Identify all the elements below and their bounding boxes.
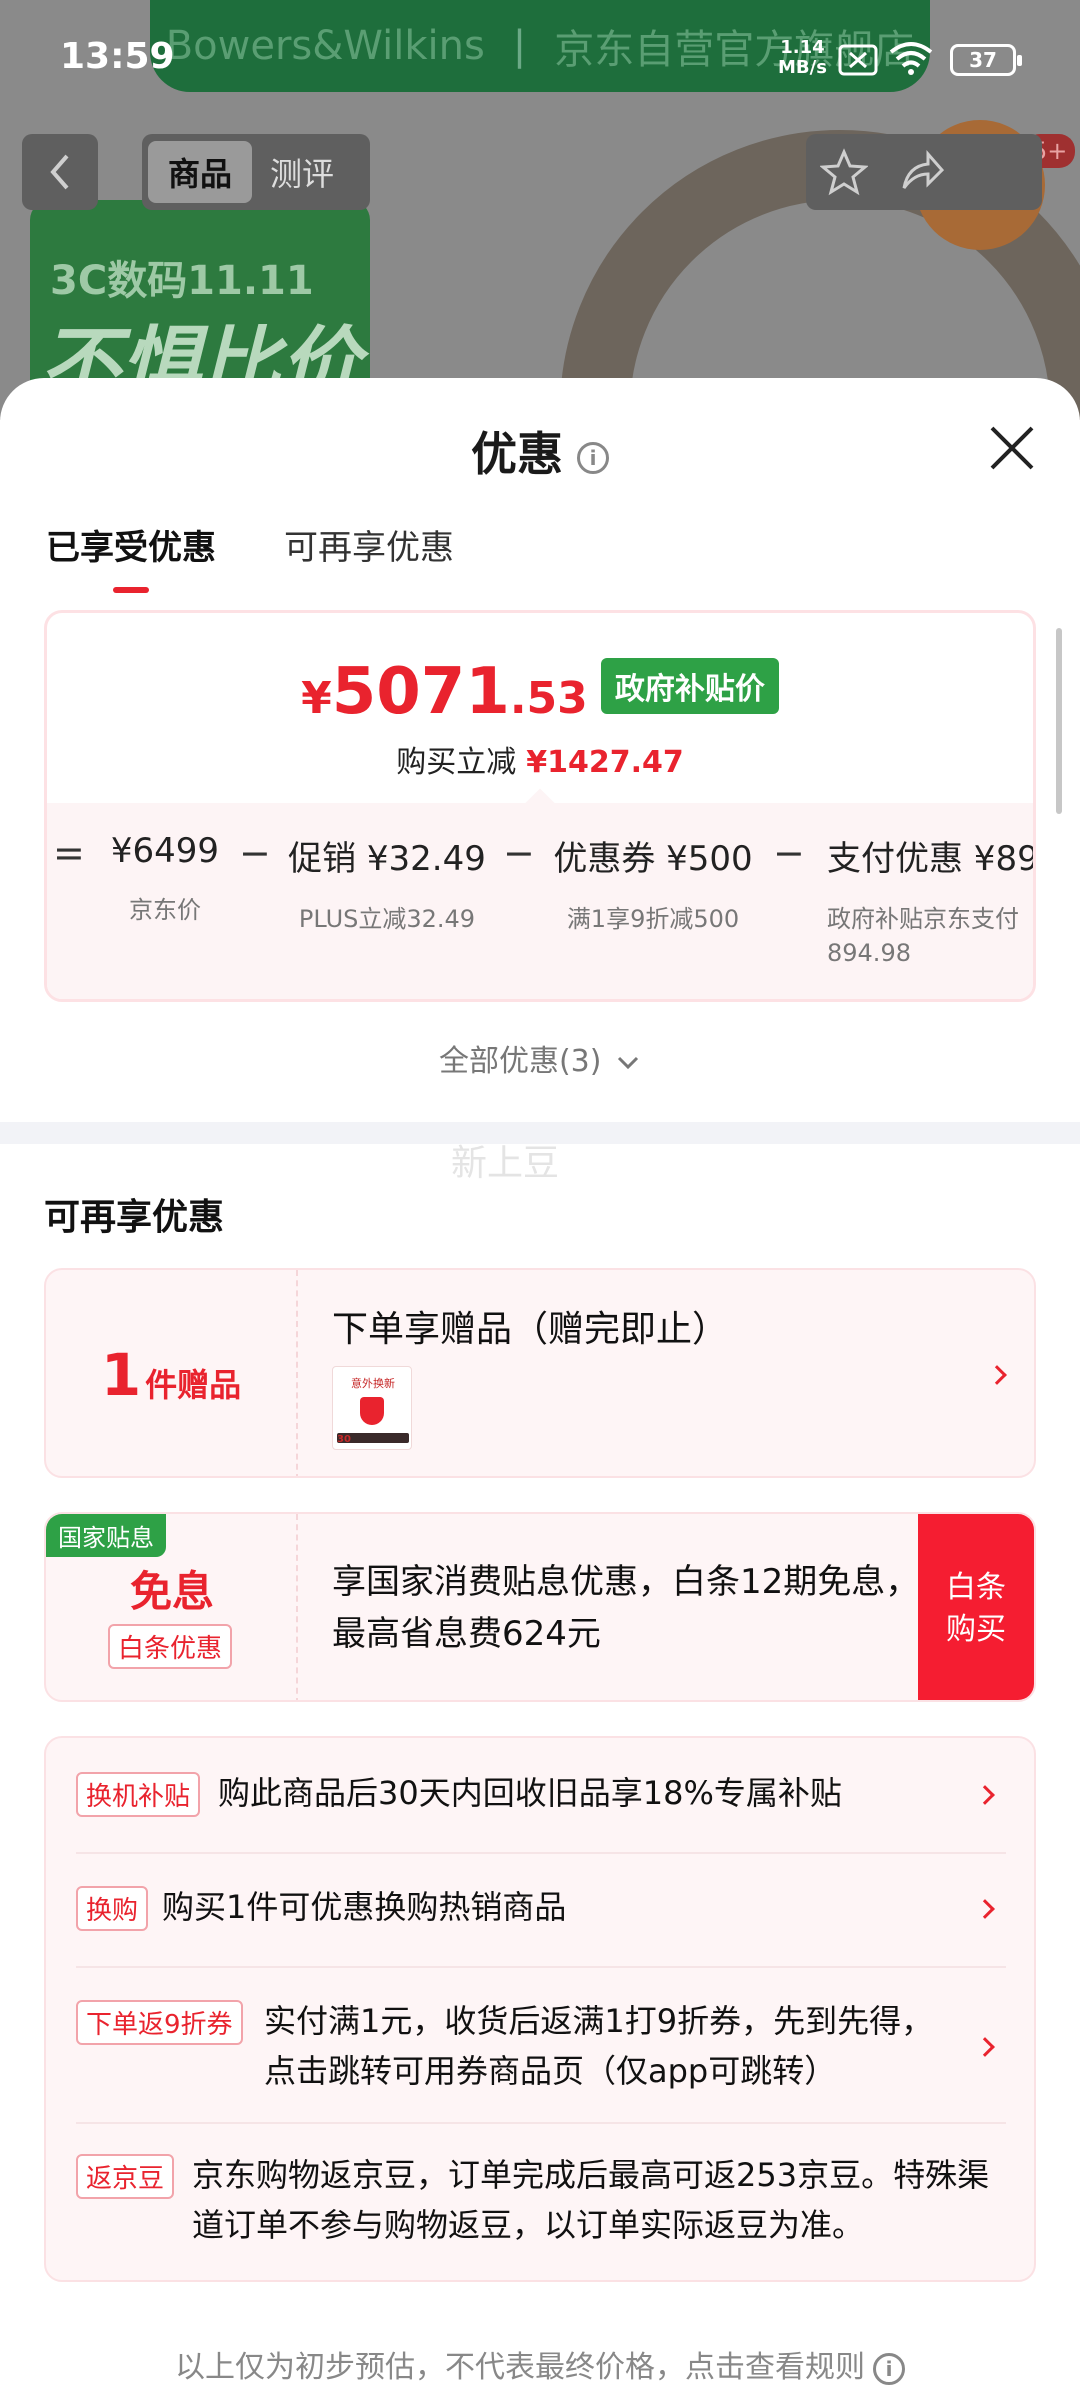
price-decimal: .53: [509, 673, 588, 724]
list-item-exchange[interactable]: 换购 购买1件可优惠换购热销商品: [76, 1882, 1006, 1936]
equals-sign: =: [53, 831, 85, 875]
close-icon[interactable]: [984, 420, 1040, 476]
breakdown-item-promotion: 促销 ¥32.49 PLUS立减32.49: [287, 831, 487, 936]
offer-tag: 返京豆: [76, 2154, 175, 2199]
minus-sign: −: [503, 831, 535, 875]
chevron-left-icon: [50, 154, 69, 190]
currency-symbol: ¥: [301, 673, 332, 724]
all-offers-label: 全部优惠(3): [438, 1044, 602, 1079]
interest-description: 享国家消费贴息优惠，白条12期免息，最高省息费624元: [332, 1562, 920, 1654]
list-item-jd-beans[interactable]: 返京豆 京东购物返京豆，订单完成后最高可返253京豆。特殊渠道订单不参与购物返豆…: [76, 2150, 1006, 2254]
breakdown-item-coupon: 优惠券 ¥500 满1享9折减500: [553, 831, 753, 936]
gift-count: 1 件赠品: [46, 1270, 298, 1476]
no-sim-icon: [838, 44, 878, 76]
battery-level: 37: [969, 48, 997, 72]
list-divider: [76, 2122, 1006, 2124]
baitiao-buy-label: 白条购买: [946, 1570, 1006, 1647]
baitiao-buy-button[interactable]: 白条购买: [918, 1514, 1034, 1700]
breakdown-desc: 京东价: [129, 896, 201, 924]
status-bar: 13:59 1.14 MB/s 37: [0, 0, 1080, 120]
offer-text: 购买1件可优惠换购热销商品: [162, 1888, 567, 1926]
reduction-amount: ¥1427.47: [526, 745, 684, 780]
minus-sign: −: [773, 831, 805, 875]
breakdown-desc-line2: 894.98: [827, 939, 911, 967]
battery-icon: 37: [950, 44, 1022, 76]
gift-count-number: 1: [100, 1341, 142, 1409]
minus-sign: −: [239, 831, 271, 875]
gift-thumb-label: 意外换新: [351, 1377, 395, 1390]
network-speed-unit: MB/s: [778, 57, 827, 78]
chevron-right-icon: [987, 1365, 1007, 1385]
clock: 13:59: [60, 36, 175, 77]
nav-actions: [806, 134, 1042, 210]
footer-text: 以上仅为初步预估，不代表最终价格，点击查看规则: [175, 2350, 865, 2385]
price-card: ¥5071.53 政府补贴价 购买立减 ¥1427.47 = ¥6499 京东价 …: [44, 610, 1036, 1002]
breakdown-item-payment: 支付优惠 ¥894.98 政府补贴京东支付 894.98: [827, 831, 1033, 970]
star-icon[interactable]: [820, 148, 868, 196]
scrollbar[interactable]: [1056, 628, 1062, 814]
offer-tag: 下单返9折券: [76, 2000, 243, 2045]
network-speed: 1.14 MB/s: [778, 38, 827, 78]
breakdown-value: ¥6499: [110, 831, 220, 871]
chevron-down-icon: [617, 1056, 639, 1069]
share-icon[interactable]: [898, 148, 946, 196]
tab-more-offers[interactable]: 可再享优惠: [284, 520, 454, 593]
list-item-trade-in[interactable]: 换机补贴 购此商品后30天内回收旧品享18%专属补贴: [76, 1768, 1006, 1822]
list-divider: [76, 1852, 1006, 1854]
baitiao-offer-tag: 白条优惠: [108, 1624, 233, 1669]
all-offers-toggle[interactable]: 全部优惠(3): [0, 1036, 1080, 1080]
offer-text: 实付满1元，收货后返满1打9折券，先到先得，点击跳转可用券商品页（仅app可跳转…: [264, 2002, 934, 2090]
chevron-right-icon: [975, 1899, 995, 1919]
breakdown-desc: PLUS立减32.49: [298, 905, 476, 933]
interest-free-label: 免息: [129, 1567, 214, 1616]
gift-thumb-badge: 30: [337, 1434, 351, 1445]
tab-review[interactable]: 测评: [270, 149, 334, 195]
national-subsidy-tag: 国家贴息: [46, 1514, 166, 1557]
gift-card[interactable]: 1 件赠品 下单享赠品（赠完即止） 意外换新 30: [44, 1268, 1036, 1478]
gift-title: 下单享赠品（赠完即止）: [332, 1309, 729, 1350]
footer-rules-link[interactable]: 以上仅为初步预估，不代表最终价格，点击查看规则 i: [0, 2342, 1080, 2386]
breakdown-value: 促销 ¥32.49: [288, 839, 486, 879]
network-speed-value: 1.14: [780, 37, 825, 58]
instant-reduction: 购买立减 ¥1427.47: [47, 737, 1033, 781]
offer-tag: 换机补贴: [76, 1772, 201, 1817]
chevron-right-icon: [975, 1785, 995, 1805]
promo-line-1: 3C数码11.11: [50, 258, 314, 304]
chevron-right-icon: [975, 2037, 995, 2057]
breakdown-value: 优惠券 ¥500: [553, 839, 753, 879]
offer-tag: 换购: [76, 1886, 149, 1931]
product-nav-tabs: 商品 测评: [142, 134, 370, 210]
shield-icon: [360, 1397, 384, 1425]
gift-count-label: 件赠品: [145, 1366, 242, 1404]
breakdown-item-jd-price: ¥6499 京东价: [105, 831, 225, 927]
list-item-coupon-return[interactable]: 下单返9折券 实付满1元，收货后返满1打9折券，先到先得，点击跳转可用券商品页（…: [76, 1996, 1006, 2100]
breakdown-desc: 满1享9折减500: [566, 905, 740, 933]
tab-product[interactable]: 商品: [148, 141, 252, 203]
list-divider: [76, 1966, 1006, 1968]
final-price: ¥5071.53 政府补贴价: [47, 655, 1033, 729]
sheet-title-text: 优惠: [471, 427, 563, 481]
more-offers-list: 换机补贴 购此商品后30天内回收旧品享18%专属补贴 换购 购买1件可优惠换购热…: [44, 1736, 1036, 2282]
price-breakdown[interactable]: = ¥6499 京东价 − 促销 ¥32.49 PLUS立减32.49 − 优惠…: [47, 803, 1033, 999]
breakdown-value: 支付优惠 ¥894.98: [827, 839, 1033, 879]
section-title: 可再享优惠: [44, 1197, 225, 1238]
price-integer: 5071: [331, 655, 510, 729]
reduction-label: 购买立减: [396, 745, 517, 780]
tab-enjoyed-offers[interactable]: 已享受优惠: [46, 520, 216, 593]
breakdown-desc: 政府补贴京东支付: [827, 905, 1019, 933]
gov-subsidy-tag: 政府补贴价: [600, 658, 779, 714]
wifi-icon: [889, 42, 933, 75]
info-icon[interactable]: i: [873, 2352, 905, 2385]
gift-thumbnail[interactable]: 意外换新 30: [332, 1366, 412, 1450]
interest-free-card[interactable]: 国家贴息 免息 白条优惠 享国家消费贴息优惠，白条12期免息，最高省息费624元…: [44, 1512, 1036, 1702]
info-icon[interactable]: i: [577, 441, 609, 474]
offer-text: 购此商品后30天内回收旧品享18%专属补贴: [218, 1774, 842, 1812]
overlay-ghost-text: 新上豆: [450, 1143, 559, 1184]
offer-tabs: 已享受优惠 可再享优惠: [46, 520, 454, 593]
offer-text: 京东购物返京豆，订单完成后最高可返253京豆。特殊渠道订单不参与购物返豆，以订单…: [192, 2156, 990, 2244]
offers-sheet: 优惠 i 已享受优惠 可再享优惠 ¥5071.53 政府补贴价 购买立减 ¥1427…: [0, 378, 1080, 2400]
back-button[interactable]: [22, 134, 98, 210]
sheet-title: 优惠 i: [0, 418, 1080, 484]
